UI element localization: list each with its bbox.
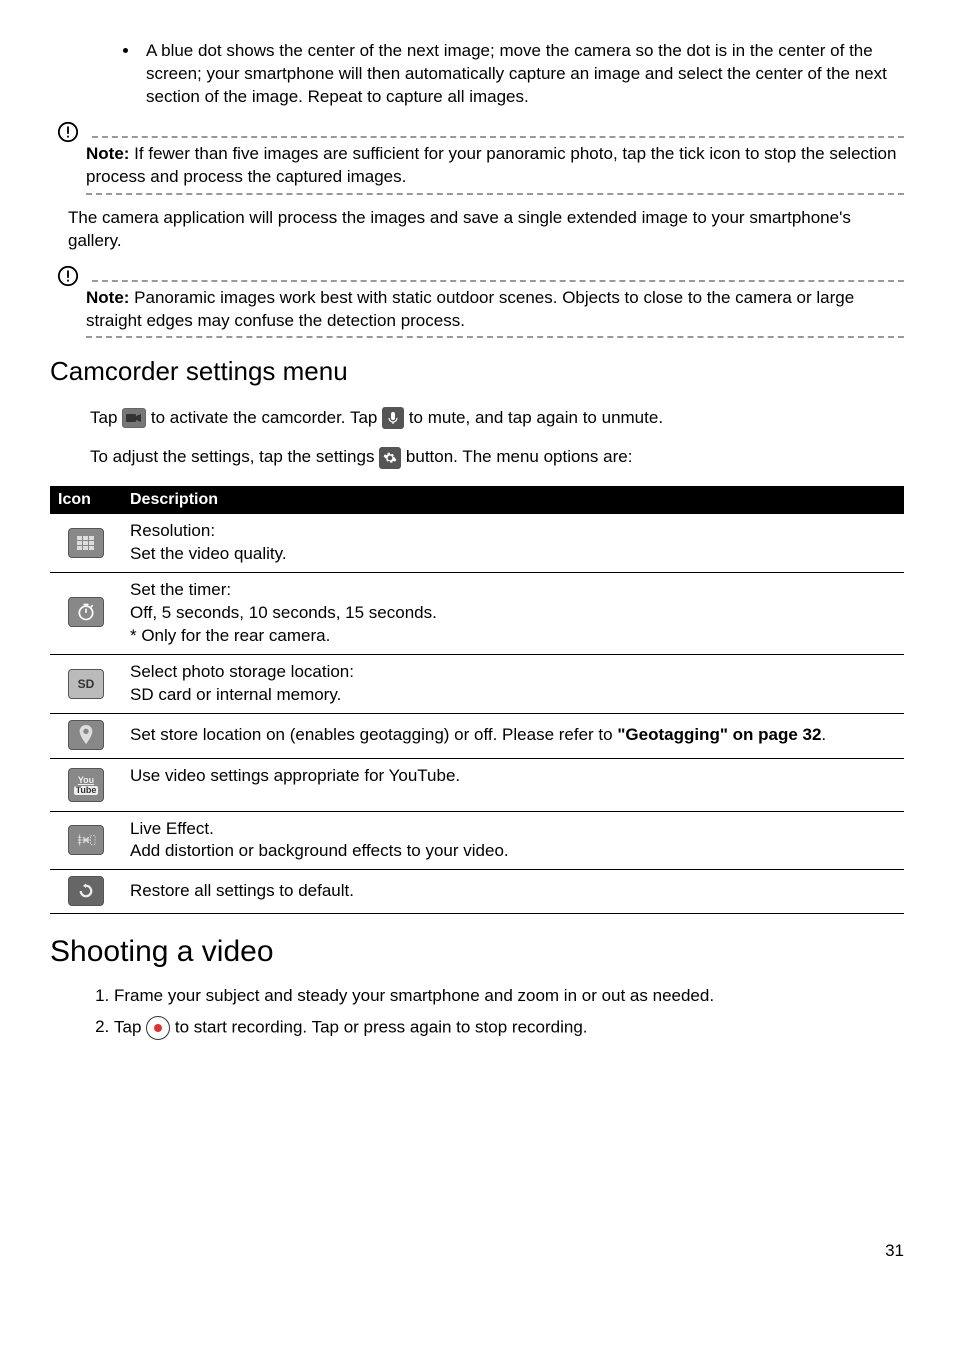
note-icon (50, 265, 86, 287)
note-text: Panoramic images work best with static o… (86, 288, 854, 330)
note-label: Note: (86, 288, 129, 307)
table-row: SD Select photo storage location:SD card… (50, 654, 904, 713)
th-icon: Icon (50, 486, 122, 514)
bullet-list: A blue dot shows the center of the next … (50, 40, 904, 109)
bullet-item: A blue dot shows the center of the next … (140, 40, 904, 109)
heading-camcorder: Camcorder settings menu (50, 354, 904, 389)
camcorder-instruction: Tap to activate the camcorder. Tap to mu… (90, 407, 904, 430)
table-row: Live Effect.Add distortion or background… (50, 811, 904, 870)
note-text: If fewer than five images are sufficient… (86, 144, 896, 186)
gear-icon (379, 447, 401, 469)
note-block-2: Note: Panoramic images work best with st… (50, 265, 904, 339)
settings-table: Icon Description Resolution:Set the vide… (50, 486, 904, 914)
reset-icon (68, 876, 104, 906)
settings-instruction: To adjust the settings, tap the settings… (90, 446, 904, 469)
table-row: Resolution:Set the video quality. (50, 514, 904, 572)
timer-icon (68, 597, 104, 627)
table-row: Set store location on (enables geotaggin… (50, 713, 904, 758)
step-1: Frame your subject and steady your smart… (114, 985, 904, 1008)
live-effect-icon (68, 825, 104, 855)
note-block-1: Note: If fewer than five images are suff… (50, 121, 904, 195)
sd-icon: SD (68, 669, 104, 699)
table-row: Restore all settings to default. (50, 870, 904, 914)
paragraph: The camera application will process the … (68, 207, 904, 253)
record-icon (146, 1016, 170, 1040)
dashed-separator (86, 336, 904, 338)
th-desc: Description (122, 486, 904, 514)
heading-shooting-video: Shooting a video (50, 932, 904, 973)
steps-list: Frame your subject and steady your smart… (90, 985, 904, 1040)
table-row: Set the timer:Off, 5 seconds, 10 seconds… (50, 572, 904, 654)
mute-icon (382, 407, 404, 429)
dashed-separator (86, 193, 904, 195)
note-icon (50, 121, 86, 143)
geotag-icon (68, 720, 104, 750)
page-number: 31 (50, 1240, 904, 1263)
camcorder-icon (122, 408, 146, 428)
resolution-icon (68, 528, 104, 558)
step-2: Tap to start recording. Tap or press aga… (114, 1016, 904, 1040)
note-label: Note: (86, 144, 129, 163)
table-row: YouTube Use video settings appropriate f… (50, 758, 904, 811)
youtube-icon: YouTube (68, 768, 104, 802)
